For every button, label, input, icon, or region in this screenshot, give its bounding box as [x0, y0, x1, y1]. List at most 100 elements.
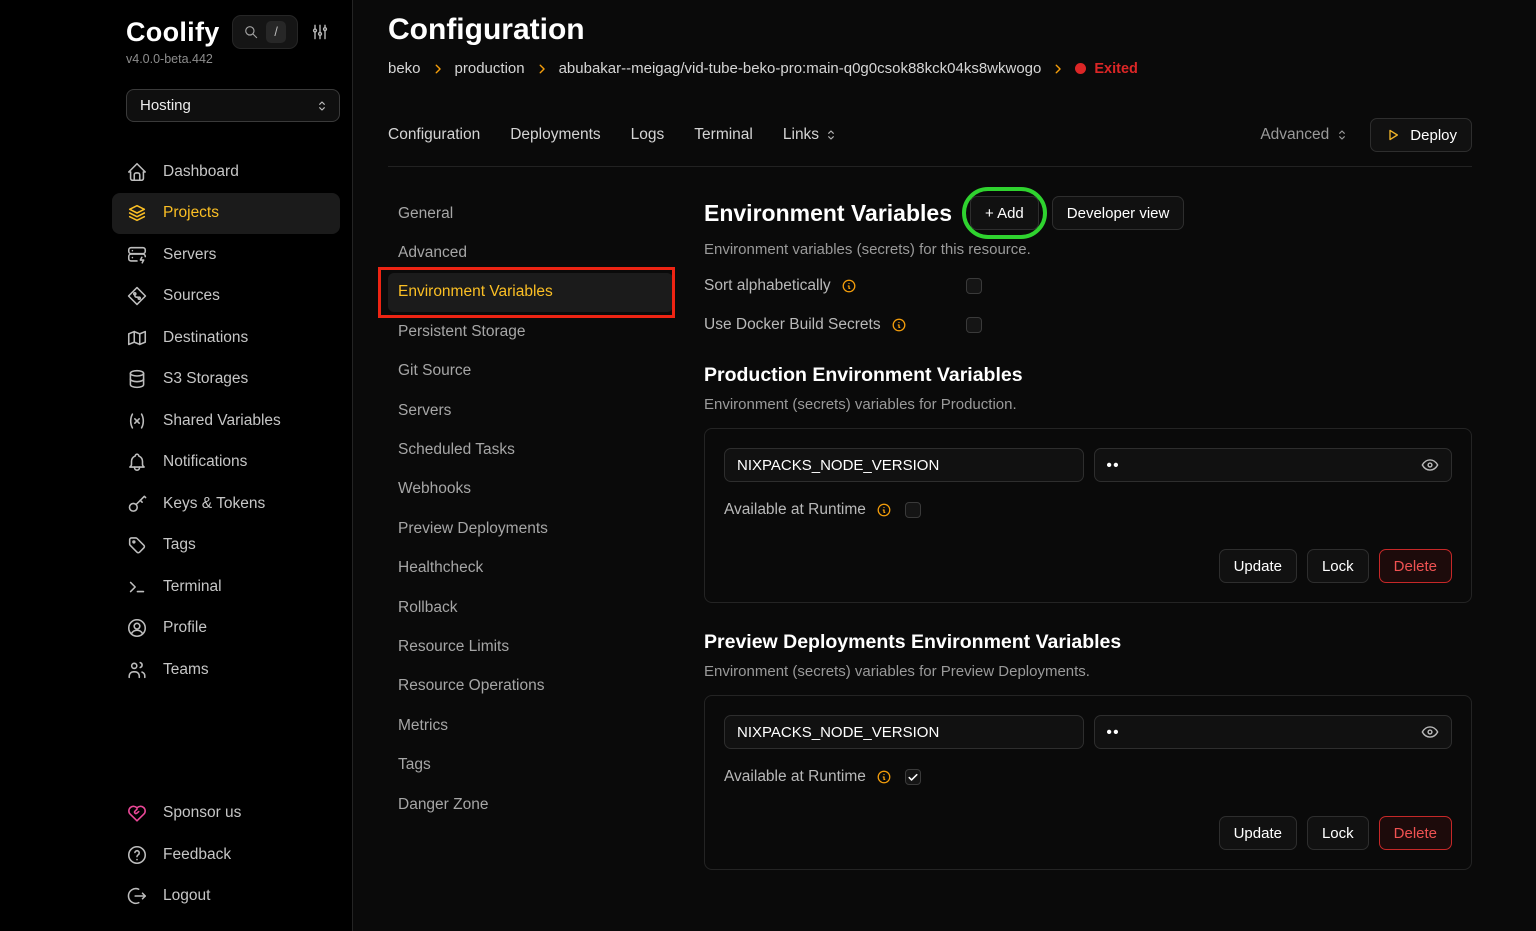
lock-button[interactable]: Lock: [1307, 816, 1369, 850]
runtime-label-text: Available at Runtime: [724, 501, 866, 519]
sidebar-item-sponsor-us[interactable]: Sponsor us: [112, 793, 340, 835]
env-value-masked: ••: [1107, 724, 1421, 741]
sidebar-item-label: Sources: [163, 287, 220, 305]
advanced-dropdown[interactable]: Advanced: [1260, 126, 1350, 144]
breadcrumb-item[interactable]: production: [455, 60, 525, 77]
env-name-input[interactable]: [724, 448, 1084, 482]
chevron-right-icon: [1051, 62, 1065, 76]
sidebar-item-keys-tokens[interactable]: Keys & Tokens: [112, 483, 340, 525]
info-icon: [841, 278, 857, 294]
terminal-icon: [126, 576, 148, 598]
sidebar-item-teams[interactable]: Teams: [112, 649, 340, 691]
sidebar-item-destinations[interactable]: Destinations: [112, 317, 340, 359]
submenu-item-label: Resource Operations: [398, 677, 544, 695]
add-button[interactable]: + Add: [970, 196, 1039, 230]
submenu-item-advanced[interactable]: Advanced: [388, 233, 673, 272]
submenu-item-servers[interactable]: Servers: [388, 391, 673, 430]
submenu-item-resource-limits[interactable]: Resource Limits: [388, 627, 673, 666]
eye-icon[interactable]: [1420, 455, 1440, 475]
sidebar-item-label: Terminal: [163, 578, 222, 596]
git-diamond-icon: [126, 285, 148, 307]
sidebar-item-dashboard[interactable]: Dashboard: [112, 151, 340, 193]
search-icon: [243, 24, 259, 40]
team-select[interactable]: Hosting: [126, 89, 340, 122]
submenu-item-webhooks[interactable]: Webhooks: [388, 470, 673, 509]
developer-view-button[interactable]: Developer view: [1052, 196, 1185, 230]
breadcrumb-item[interactable]: beko: [388, 60, 421, 77]
sidebar-item-notifications[interactable]: Notifications: [112, 442, 340, 484]
sidebar-item-tags[interactable]: Tags: [112, 525, 340, 567]
app-logo: Coolify: [126, 17, 220, 48]
checkbox[interactable]: [966, 278, 982, 294]
lock-button[interactable]: Lock: [1307, 549, 1369, 583]
breadcrumb-item[interactable]: abubakar--meigag/vid-tube-beko-pro:main-…: [559, 60, 1042, 77]
submenu-item-scheduled-tasks[interactable]: Scheduled Tasks: [388, 430, 673, 469]
delete-button[interactable]: Delete: [1379, 816, 1452, 850]
env-section-preview-deployments-environment-variables: Preview Deployments Environment Variable…: [704, 631, 1472, 870]
env-name-input[interactable]: [724, 715, 1084, 749]
submenu-item-tags[interactable]: Tags: [388, 745, 673, 784]
sidebar-item-servers[interactable]: Servers: [112, 234, 340, 276]
submenu-item-label: Persistent Storage: [398, 323, 526, 341]
env-section-production-environment-variables: Production Environment VariablesEnvironm…: [704, 364, 1472, 603]
settings-sliders-button[interactable]: [310, 22, 330, 42]
toggle-row-sort-alphabetically: Sort alphabetically: [704, 275, 1472, 297]
checkbox[interactable]: [966, 317, 982, 333]
checkbox[interactable]: [905, 769, 921, 785]
env-section-description: Environment (secrets) variables for Prod…: [704, 396, 1472, 413]
sidebar-item-profile[interactable]: Profile: [112, 608, 340, 650]
submenu-item-persistent-storage[interactable]: Persistent Storage: [388, 312, 673, 351]
section-description: Environment variables (secrets) for this…: [704, 241, 1472, 258]
submenu-item-metrics[interactable]: Metrics: [388, 706, 673, 745]
tab-label: Deployments: [510, 126, 600, 144]
sidebar-item-label: S3 Storages: [163, 370, 248, 388]
submenu-item-danger-zone[interactable]: Danger Zone: [388, 785, 673, 824]
sidebar-item-terminal[interactable]: Terminal: [112, 566, 340, 608]
sidebar-item-logout[interactable]: Logout: [112, 876, 340, 918]
submenu-item-environment-variables[interactable]: Environment Variables: [388, 273, 673, 312]
runtime-row: Available at Runtime: [724, 766, 1452, 788]
tab-terminal[interactable]: Terminal: [694, 126, 753, 144]
submenu-item-rollback[interactable]: Rollback: [388, 588, 673, 627]
tab-label: Links: [783, 126, 819, 144]
submenu-item-resource-operations[interactable]: Resource Operations: [388, 667, 673, 706]
sidebar-header: Coolify /: [126, 15, 340, 49]
submenu-item-preview-deployments[interactable]: Preview Deployments: [388, 509, 673, 548]
update-button[interactable]: Update: [1219, 549, 1297, 583]
submenu-item-label: Servers: [398, 402, 451, 420]
status-badge: Exited: [1075, 61, 1138, 77]
database-icon: [126, 368, 148, 390]
env-value-field[interactable]: ••: [1094, 715, 1453, 749]
deploy-label: Deploy: [1410, 127, 1457, 144]
env-value-field[interactable]: ••: [1094, 448, 1453, 482]
layers-icon: [126, 202, 148, 224]
submenu-item-git-source[interactable]: Git Source: [388, 352, 673, 391]
tab-deployments[interactable]: Deployments: [510, 126, 600, 144]
sidebar-item-label: Tags: [163, 536, 196, 554]
submenu-item-healthcheck[interactable]: Healthcheck: [388, 549, 673, 588]
sidebar-item-feedback[interactable]: Feedback: [112, 834, 340, 876]
sidebar-item-shared-variables[interactable]: Shared Variables: [112, 400, 340, 442]
search-button[interactable]: /: [232, 15, 298, 49]
eye-icon[interactable]: [1420, 722, 1440, 742]
tab-logs[interactable]: Logs: [631, 126, 665, 144]
home-icon: [126, 161, 148, 183]
deploy-button[interactable]: Deploy: [1370, 118, 1472, 152]
sidebar-item-projects[interactable]: Projects: [112, 193, 340, 235]
tab-configuration[interactable]: Configuration: [388, 126, 480, 144]
sidebar-nav: DashboardProjectsServersSourcesDestinati…: [126, 151, 340, 691]
submenu-item-label: Tags: [398, 756, 431, 774]
sidebar-item-sources[interactable]: Sources: [112, 276, 340, 318]
env-section-description: Environment (secrets) variables for Prev…: [704, 663, 1472, 680]
sidebar-item-label: Profile: [163, 619, 207, 637]
checkbox[interactable]: [905, 502, 921, 518]
sidebar-item-label: Dashboard: [163, 163, 239, 181]
sidebar-item-s3-storages[interactable]: S3 Storages: [112, 359, 340, 401]
submenu-item-general[interactable]: General: [388, 194, 673, 233]
chevron-updown-icon: [314, 98, 330, 114]
runtime-label: Available at Runtime: [724, 768, 892, 786]
env-value-masked: ••: [1107, 457, 1421, 474]
delete-button[interactable]: Delete: [1379, 549, 1452, 583]
update-button[interactable]: Update: [1219, 816, 1297, 850]
tab-links[interactable]: Links: [783, 126, 839, 144]
